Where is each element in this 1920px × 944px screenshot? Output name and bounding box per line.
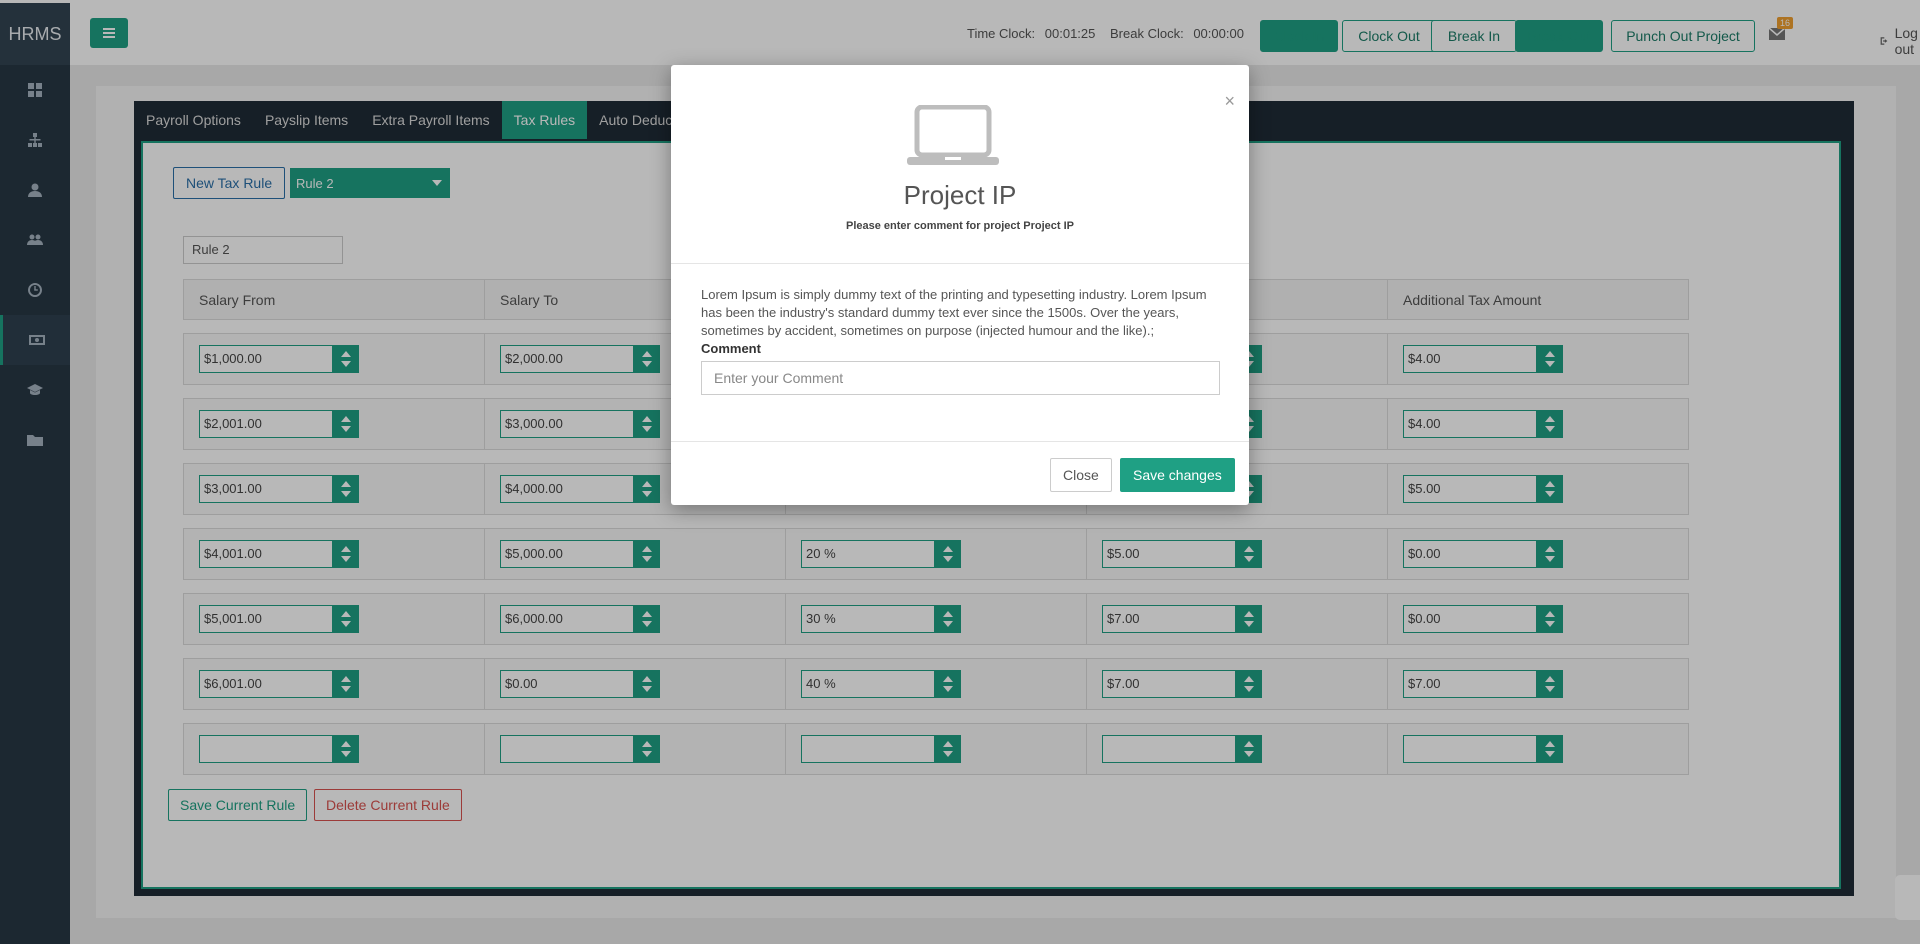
comment-input[interactable]: Enter your Comment xyxy=(701,361,1220,395)
modal-description: Lorem Ipsum is simply dummy text of the … xyxy=(701,287,1207,338)
project-comment-modal: × Project IP Please enter comment for pr… xyxy=(671,65,1249,505)
save-changes-button[interactable]: Save changes xyxy=(1120,458,1235,492)
divider xyxy=(671,263,1249,264)
modal-title: Project IP xyxy=(903,180,1017,210)
modal-subtitle: Please enter comment for project Project… xyxy=(845,220,1075,232)
divider xyxy=(671,441,1249,442)
close-icon[interactable]: × xyxy=(1224,91,1235,112)
laptop-icon xyxy=(907,105,999,165)
close-button[interactable]: Close xyxy=(1050,458,1112,492)
comment-label: Comment xyxy=(701,341,761,356)
